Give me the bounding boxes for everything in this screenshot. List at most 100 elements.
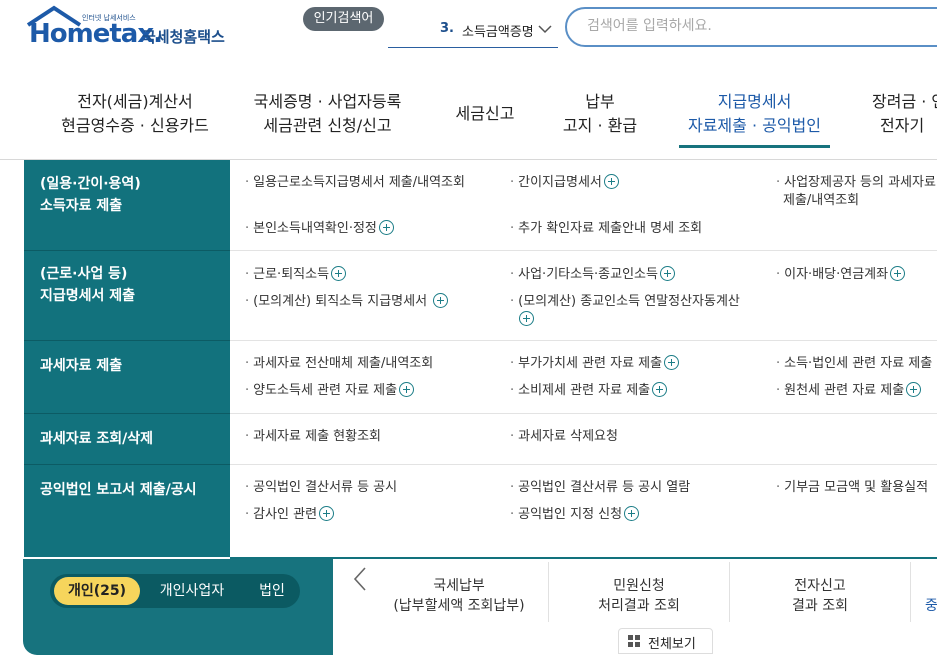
plus-circle-icon[interactable] bbox=[319, 506, 335, 521]
plus-circle-icon[interactable] bbox=[890, 266, 906, 281]
service-label-line1: 중 bbox=[925, 598, 937, 614]
category-divider bbox=[24, 250, 230, 251]
plus-circle-icon[interactable] bbox=[664, 355, 680, 370]
service-label-line1: 전자신고 bbox=[794, 578, 846, 594]
category-line1: 과세자료 제출 bbox=[40, 358, 123, 374]
toggle-individual[interactable]: 개인(25) bbox=[54, 577, 140, 605]
plus-circle-icon[interactable] bbox=[378, 220, 394, 235]
menu-link[interactable]: · 소득·법인세 관련 자료 제출 bbox=[776, 355, 932, 373]
service-next[interactable]: 중 bbox=[911, 596, 937, 616]
plus-circle-icon[interactable] bbox=[519, 311, 534, 326]
nav-label-line2: 고지 · 환급 bbox=[562, 116, 638, 135]
menu-category-payment-statement[interactable]: (근로·사업 등) 지급명세서 제출 bbox=[24, 263, 230, 307]
menu-link[interactable]: · 추가 확인자료 제출안내 명세 조회 bbox=[510, 220, 702, 238]
nav-label-line1: 세금신고 bbox=[455, 104, 515, 123]
menu-category-tax-data-lookup[interactable]: 과세자료 조회/삭제 bbox=[24, 428, 230, 450]
service-label-line2: (납부할세액 조회납부) bbox=[393, 598, 525, 614]
plus-circle-icon[interactable] bbox=[331, 266, 347, 281]
category-divider bbox=[24, 340, 230, 341]
nav-certificates[interactable]: 국세증명 · 사업자등록 세금관련 신청/신고 bbox=[240, 90, 415, 138]
nav-label-line2: 자료제출 · 공익법인 bbox=[687, 116, 822, 135]
menu-link[interactable]: · 간이지급명세서 bbox=[510, 174, 619, 192]
menu-link[interactable]: · 사업장제공자 등의 과세자료 제출/내역조회 bbox=[776, 174, 936, 210]
nav-incentive[interactable]: 장려금 · 연 전자기 bbox=[862, 90, 937, 138]
menu-link[interactable]: · 근로·퇴직소득 bbox=[245, 266, 347, 284]
plus-circle-icon[interactable] bbox=[603, 174, 619, 189]
menu-link[interactable]: · 공익법인 지정 신청 bbox=[510, 506, 640, 524]
menu-category-public-interest[interactable]: 공익법인 보고서 제출/공시 bbox=[24, 479, 230, 501]
category-line1: (일용·간이·용역) bbox=[40, 176, 141, 192]
menu-link[interactable]: · 과세자료 제출 현황조회 bbox=[245, 428, 381, 446]
nav-label-line2: 전자기 bbox=[880, 116, 925, 135]
menu-link[interactable]: · 과세자료 전산매체 제출/내역조회 bbox=[245, 355, 433, 373]
menu-category-tax-data-submit[interactable]: 과세자료 제출 bbox=[24, 355, 230, 377]
popular-keyword-select[interactable]: 3. 소득금액증명 bbox=[388, 17, 558, 48]
nav-label-line2: 세금관련 신청/신고 bbox=[263, 116, 392, 135]
nav-label-line1: 지급명세서 bbox=[717, 92, 792, 111]
nav-label-line2: 현금영수증 · 신용카드 bbox=[61, 116, 209, 135]
hometax-logo[interactable]: 인터넷 납세서비스 Hometax. 국세청홈택스 bbox=[26, 5, 241, 53]
menu-bottom-border bbox=[230, 557, 937, 559]
menu-link[interactable]: · 사업·기타소득·종교인소득 bbox=[510, 266, 675, 284]
menu-link[interactable]: · (모의계산) 퇴직소득 지급명세서 bbox=[245, 293, 449, 311]
popular-search-badge: 인기검색어 bbox=[303, 7, 384, 31]
category-line2: 소득자료 제출 bbox=[40, 198, 123, 214]
chevron-down-icon bbox=[538, 25, 552, 34]
search-box[interactable] bbox=[565, 7, 937, 47]
nav-label-line1: 납부 bbox=[585, 92, 615, 111]
menu-link[interactable]: · 공익법인 결산서류 등 공시 bbox=[245, 479, 397, 497]
menu-link[interactable]: · 이자·배당·연금계좌 bbox=[776, 266, 906, 284]
menu-link[interactable]: · 원천세 관련 자료 제출 bbox=[776, 382, 922, 400]
plus-circle-icon[interactable] bbox=[399, 382, 415, 397]
service-civil-request[interactable]: 민원신청 처리결과 조회 bbox=[549, 576, 729, 616]
logo-korean-name: 국세청홈택스 bbox=[142, 28, 225, 46]
service-e-filing[interactable]: 전자신고 결과 조회 bbox=[730, 576, 910, 616]
category-line1: 과세자료 조회/삭제 bbox=[40, 431, 154, 447]
menu-link[interactable]: · 공익법인 결산서류 등 공시 열람 bbox=[510, 479, 690, 497]
category-line2: 지급명세서 제출 bbox=[40, 288, 136, 304]
nav-payment[interactable]: 납부 고지 · 환급 bbox=[545, 90, 655, 138]
nav-payment-statement[interactable]: 지급명세서 자료제출 · 공익법인 bbox=[679, 90, 830, 138]
menu-link[interactable]: · 부가가치세 관련 자료 제출 bbox=[510, 355, 680, 373]
menu-link[interactable]: · 소비제세 관련 자료 제출 bbox=[510, 382, 668, 400]
menu-link[interactable]: · 양도소득세 관련 자료 제출 bbox=[245, 382, 415, 400]
nav-label-line1: 국세증명 · 사업자등록 bbox=[253, 92, 402, 111]
service-label-line2: 결과 조회 bbox=[792, 598, 848, 614]
view-all-button[interactable]: 전체보기 bbox=[618, 628, 713, 654]
category-divider bbox=[24, 413, 230, 414]
plus-circle-icon[interactable] bbox=[624, 506, 640, 521]
menu-link[interactable]: · 기부금 모금액 및 활용실적 bbox=[776, 479, 928, 497]
category-line1: 공익법인 보고서 제출/공시 bbox=[40, 482, 197, 498]
plus-circle-icon[interactable] bbox=[659, 266, 675, 281]
service-label-line1: 민원신청 bbox=[613, 578, 665, 594]
menu-link[interactable]: · 일용근로소득지급명세서 제출/내역조회 bbox=[245, 174, 465, 192]
category-line1: (근로·사업 등) bbox=[40, 266, 128, 282]
menu-link[interactable]: · 감사인 관련 bbox=[245, 506, 335, 524]
row-divider bbox=[230, 464, 937, 465]
chevron-left-icon[interactable] bbox=[350, 566, 370, 592]
plus-circle-icon[interactable] bbox=[652, 382, 668, 397]
menu-category-income-data[interactable]: (일용·간이·용역) 소득자료 제출 bbox=[24, 173, 230, 217]
service-label-line1: 국세납부 bbox=[433, 578, 485, 594]
search-input[interactable] bbox=[585, 17, 919, 35]
nav-active-underline bbox=[679, 145, 830, 148]
nav-label-line1: 전자(세금)계산서 bbox=[77, 92, 193, 111]
category-divider bbox=[24, 464, 230, 465]
nav-e-invoice[interactable]: 전자(세금)계산서 현금영수증 · 신용카드 bbox=[45, 90, 225, 138]
popular-keyword-text: 소득금액증명 bbox=[462, 25, 532, 40]
toggle-sole-proprietor[interactable]: 개인사업자 bbox=[146, 577, 238, 605]
menu-link[interactable]: · (모의계산) 종교인소득 연말정산자동계산 bbox=[510, 293, 740, 329]
nav-label-line1: 장려금 · 연 bbox=[872, 92, 937, 111]
service-tax-payment[interactable]: 국세납부 (납부할세액 조회납부) bbox=[369, 576, 549, 616]
nav-tax-filing[interactable]: 세금신고 bbox=[440, 102, 530, 126]
menu-link[interactable]: · 본인소득내역확인·정정 bbox=[245, 220, 394, 238]
menu-link[interactable]: · 과세자료 삭제요청 bbox=[510, 428, 618, 446]
row-divider bbox=[230, 250, 937, 251]
service-label-line2: 처리결과 조회 bbox=[598, 598, 680, 614]
plus-circle-icon[interactable] bbox=[433, 293, 449, 308]
grid-icon bbox=[628, 635, 641, 648]
row-divider bbox=[230, 340, 937, 341]
row-divider bbox=[230, 413, 937, 414]
toggle-corporation[interactable]: 법인 bbox=[244, 577, 300, 605]
plus-circle-icon[interactable] bbox=[906, 382, 922, 397]
